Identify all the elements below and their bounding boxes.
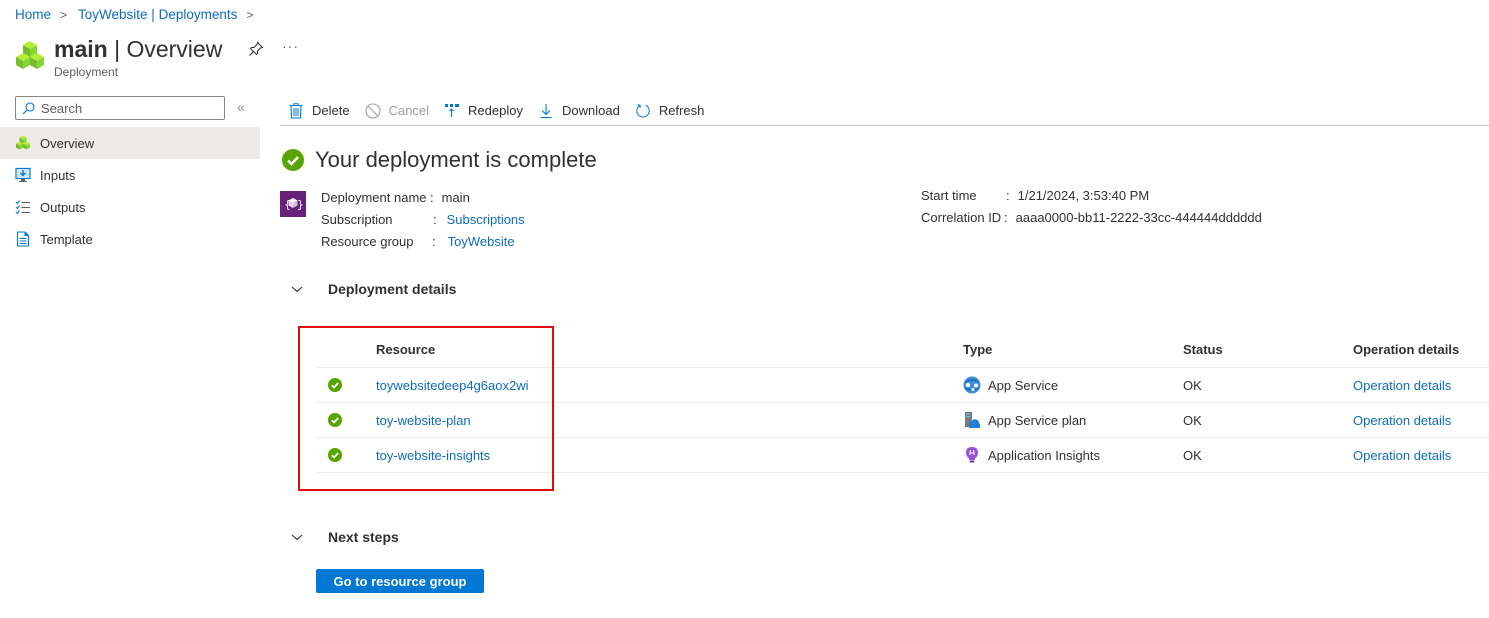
success-check-icon bbox=[328, 378, 342, 392]
table-row: toy-website-insights Application Insight… bbox=[316, 438, 1489, 473]
resource-group-link[interactable]: ToyWebsite bbox=[448, 234, 515, 249]
deployment-status: Your deployment is complete bbox=[282, 147, 597, 173]
inputs-monitor-icon bbox=[15, 167, 31, 183]
page-subtitle: Deployment bbox=[54, 65, 119, 79]
app-service-plan-icon bbox=[963, 411, 981, 429]
more-options-button[interactable]: ··· bbox=[282, 38, 299, 54]
success-check-icon bbox=[328, 448, 342, 462]
sidebar-item-label: Template bbox=[40, 231, 93, 247]
trash-icon bbox=[288, 102, 304, 119]
redeploy-icon bbox=[444, 103, 460, 119]
sidebar-item-outputs[interactable]: Outputs bbox=[0, 191, 260, 223]
column-header-resource[interactable]: Resource bbox=[376, 342, 963, 357]
section-title: Deployment details bbox=[328, 281, 457, 297]
download-icon bbox=[538, 103, 554, 119]
deployment-timing-info: Start time : 1/21/2024, 3:53:40 PM Corre… bbox=[921, 184, 1262, 228]
sidebar-nav: Overview Inputs Outputs Template bbox=[0, 127, 260, 255]
outputs-checklist-icon bbox=[15, 199, 31, 215]
deployment-template-icon: { } bbox=[280, 191, 306, 217]
sidebar-item-label: Inputs bbox=[40, 167, 76, 183]
deployment-cubes-icon bbox=[16, 41, 44, 69]
command-bar: Delete Cancel Redeploy Download Refresh bbox=[280, 96, 1489, 126]
refresh-button[interactable]: Refresh bbox=[635, 99, 704, 123]
deployment-name-value: main bbox=[441, 189, 470, 205]
breadcrumb-separator: > bbox=[60, 7, 68, 22]
operation-details-link[interactable]: Operation details bbox=[1353, 448, 1451, 463]
status-title: Your deployment is complete bbox=[315, 147, 597, 172]
delete-button[interactable]: Delete bbox=[288, 99, 350, 123]
sidebar-item-template[interactable]: Template bbox=[0, 223, 260, 255]
sidebar-search[interactable] bbox=[15, 96, 225, 120]
table-header: Resource Type Status Operation details bbox=[316, 331, 1489, 368]
redeploy-button[interactable]: Redeploy bbox=[444, 99, 523, 123]
breadcrumb: Home > ToyWebsite | Deployments > bbox=[15, 7, 264, 22]
table-row: toywebsitedeep4g6aox2wi App Service OK O… bbox=[316, 368, 1489, 403]
resource-status: OK bbox=[1183, 412, 1202, 428]
info-correlation-id: Correlation ID : aaaa0000-bb11-2222-33cc… bbox=[921, 209, 1262, 225]
sidebar-item-label: Outputs bbox=[40, 199, 86, 215]
breadcrumb-home[interactable]: Home bbox=[15, 7, 51, 22]
resource-type: App Service bbox=[988, 377, 1059, 393]
resource-link[interactable]: toywebsitedeep4g6aox2wi bbox=[376, 378, 529, 393]
sidebar-item-label: Overview bbox=[40, 135, 95, 151]
column-header-type[interactable]: Type bbox=[963, 342, 1183, 357]
cancel-button[interactable]: Cancel bbox=[365, 99, 429, 123]
deployment-info: Deployment name : main Subscription : Su… bbox=[321, 186, 525, 252]
info-deployment-name: Deployment name : main bbox=[321, 189, 470, 205]
search-input[interactable] bbox=[41, 100, 211, 116]
refresh-icon bbox=[635, 103, 651, 119]
sidebar-item-overview[interactable]: Overview bbox=[0, 127, 260, 159]
deployment-cubes-icon bbox=[15, 135, 31, 151]
resource-type: App Service plan bbox=[988, 412, 1087, 428]
breadcrumb-deployments[interactable]: ToyWebsite | Deployments bbox=[78, 7, 237, 22]
chevron-down-icon bbox=[291, 534, 303, 541]
page-header: main | Overview Deployment bbox=[15, 36, 222, 79]
resource-status: OK bbox=[1183, 447, 1202, 463]
resource-status: OK bbox=[1183, 377, 1202, 393]
svg-text:}: } bbox=[297, 198, 304, 211]
info-start-time: Start time : 1/21/2024, 3:53:40 PM bbox=[921, 187, 1150, 203]
success-check-icon bbox=[328, 413, 342, 427]
correlation-id-value: aaaa0000-bb11-2222-33cc-444444dddddd bbox=[1015, 209, 1262, 225]
operation-details-link[interactable]: Operation details bbox=[1353, 378, 1451, 393]
table-row: toy-website-plan App Service plan OK Ope… bbox=[316, 403, 1489, 438]
column-header-status[interactable]: Status bbox=[1183, 342, 1353, 357]
next-steps-toggle[interactable]: Next steps bbox=[290, 529, 399, 545]
subscription-link[interactable]: Subscriptions bbox=[447, 212, 525, 227]
application-insights-icon bbox=[963, 446, 981, 464]
go-to-resource-group-button[interactable]: Go to resource group bbox=[316, 569, 484, 593]
info-subscription: Subscription : Subscriptions bbox=[321, 211, 525, 227]
column-header-operation-details[interactable]: Operation details bbox=[1353, 342, 1489, 357]
pin-icon[interactable] bbox=[248, 41, 264, 57]
collapse-sidebar-button[interactable]: « bbox=[237, 99, 245, 115]
resource-link[interactable]: toy-website-plan bbox=[376, 413, 471, 428]
section-title: Next steps bbox=[328, 529, 399, 545]
template-document-icon bbox=[15, 231, 31, 247]
sidebar-item-inputs[interactable]: Inputs bbox=[0, 159, 260, 191]
download-button[interactable]: Download bbox=[538, 99, 620, 123]
deployment-details-table: Resource Type Status Operation details t… bbox=[316, 331, 1489, 473]
chevron-down-icon bbox=[291, 286, 303, 293]
success-check-icon bbox=[282, 149, 304, 171]
info-resource-group: Resource group : ToyWebsite bbox=[321, 233, 515, 249]
search-icon bbox=[22, 101, 35, 114]
deployment-details-toggle[interactable]: Deployment details bbox=[290, 281, 456, 297]
page-title: main | Overview bbox=[54, 36, 223, 62]
operation-details-link[interactable]: Operation details bbox=[1353, 413, 1451, 428]
start-time-value: 1/21/2024, 3:53:40 PM bbox=[1017, 187, 1150, 203]
app-service-icon bbox=[963, 376, 981, 394]
resource-type: Application Insights bbox=[988, 447, 1101, 463]
cancel-icon bbox=[365, 102, 381, 119]
breadcrumb-separator: > bbox=[246, 7, 254, 22]
resource-link[interactable]: toy-website-insights bbox=[376, 448, 490, 463]
